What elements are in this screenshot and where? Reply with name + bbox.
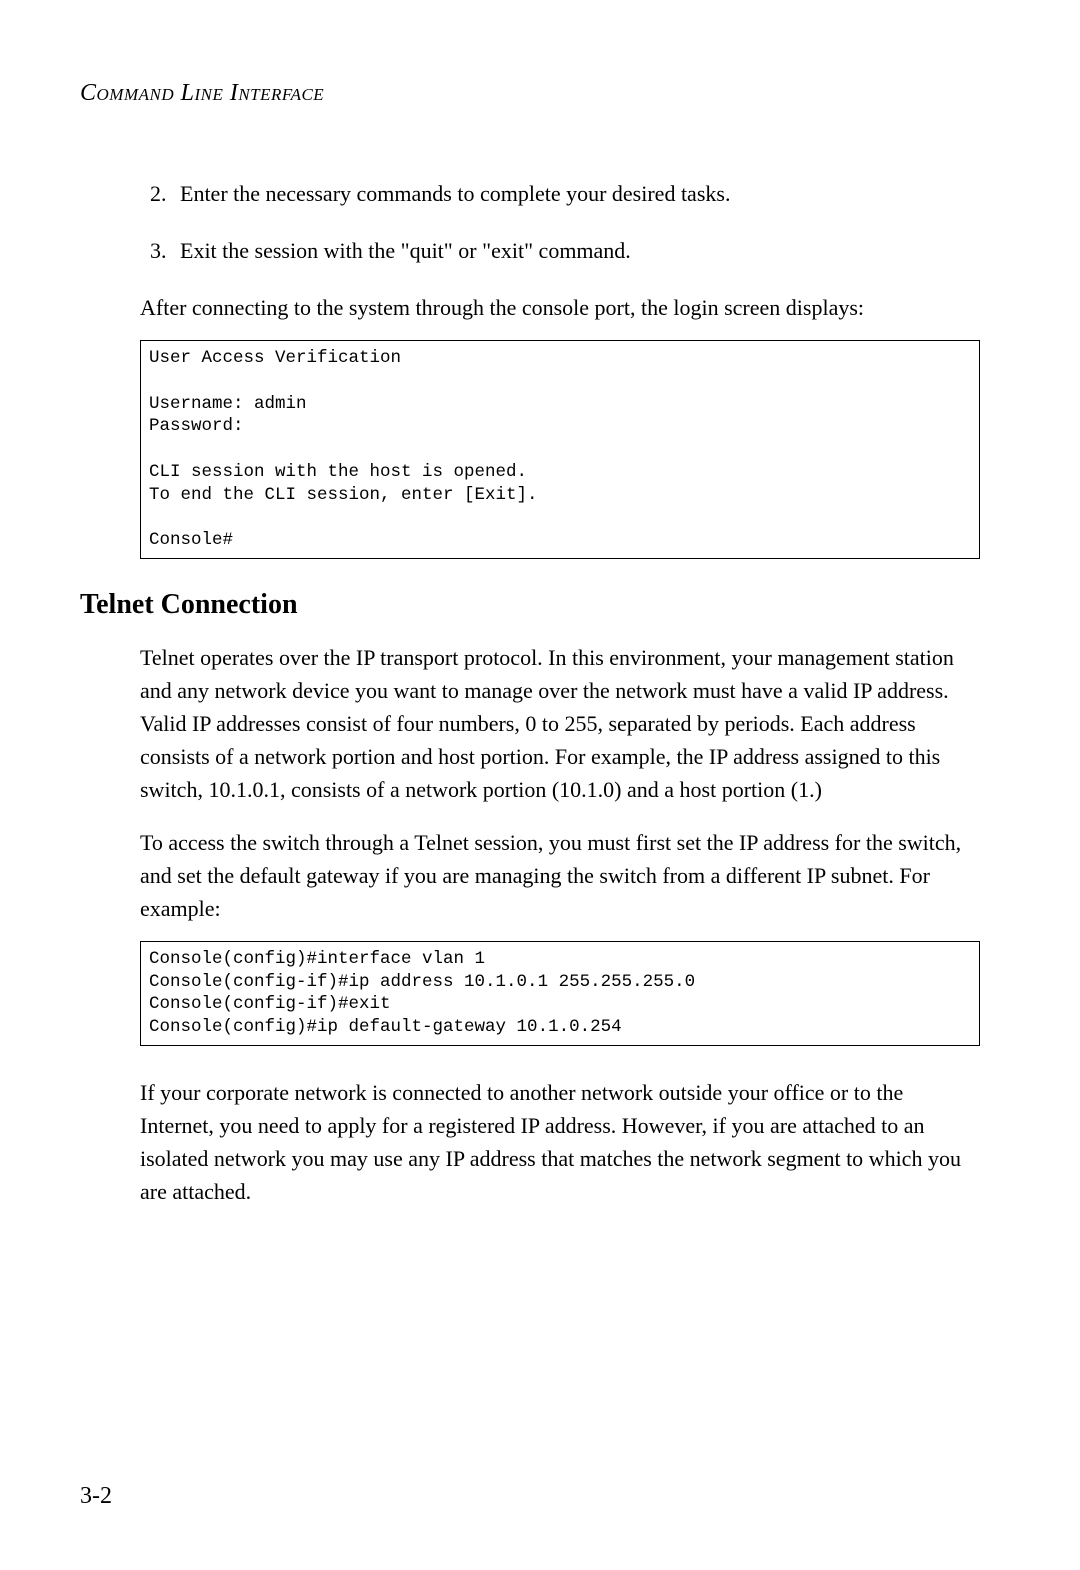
main-content: 2. Enter the necessary commands to compl… [80,177,1000,1208]
list-number: 2. [140,177,180,210]
paragraph: After connecting to the system through t… [140,291,980,324]
code-block-config: Console(config)#interface vlan 1 Console… [140,941,980,1046]
list-text: Exit the session with the "quit" or "exi… [180,234,980,267]
paragraph: If your corporate network is connected t… [140,1076,980,1208]
paragraph: To access the switch through a Telnet se… [140,826,980,925]
page-number: 3-2 [80,1483,112,1510]
list-item: 3. Exit the session with the "quit" or "… [140,234,980,267]
section-heading: Telnet Connection [80,589,980,621]
list-number: 3. [140,234,180,267]
list-item: 2. Enter the necessary commands to compl… [140,177,980,210]
paragraph: Telnet operates over the IP transport pr… [140,641,980,806]
list-text: Enter the necessary commands to complete… [180,177,980,210]
code-block-login: User Access Verification Username: admin… [140,340,980,559]
running-header: Command Line Interface [80,80,1000,107]
